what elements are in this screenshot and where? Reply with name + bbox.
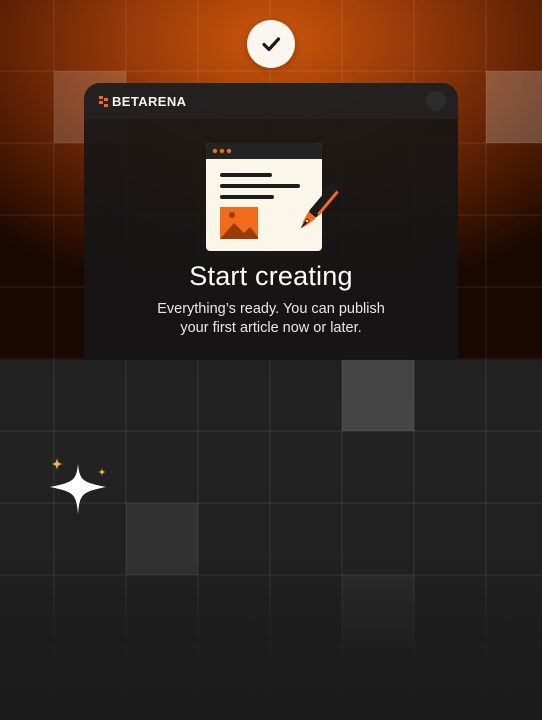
subtitle-line: Everything’s ready. You can publish [157,301,385,317]
sparkles-icon [50,458,106,514]
checkmark-icon [262,37,281,52]
onboarding-screen: BETARENA Start creating Everything’s rea… [0,0,542,720]
subtitle-line: your first article now or later. [180,320,362,336]
header-avatar-placeholder[interactable] [426,91,446,111]
brand-logo: BETARENA [99,94,186,109]
onboarding-card: BETARENA Start creating Everything’s rea… [84,83,458,360]
success-checkmark-badge [247,20,295,68]
brand-name: BETARENA [112,94,187,109]
card-header: BETARENA [84,83,458,119]
page-subtitle: Everything’s ready. You can publish your… [124,300,418,338]
bottom-fade [0,560,542,720]
page-title: Start creating [189,261,353,291]
betarena-logo-icon [99,95,108,107]
article-with-pen-icon [206,143,340,251]
